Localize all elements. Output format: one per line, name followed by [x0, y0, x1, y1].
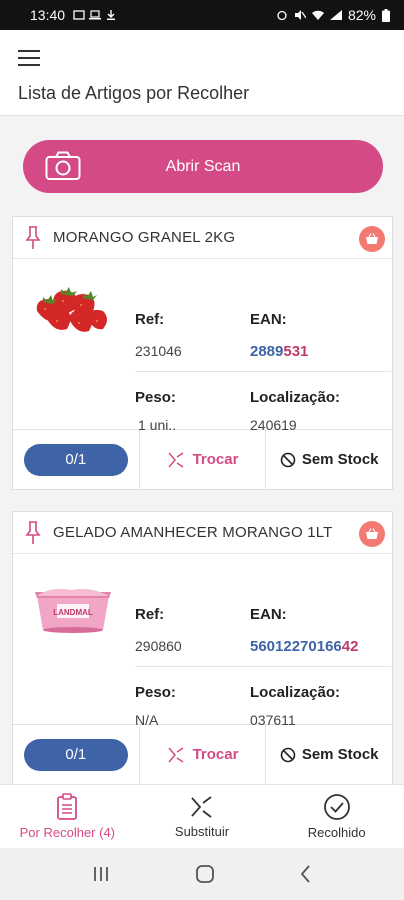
battery-percent: 82% — [347, 7, 376, 23]
nav-substituir[interactable]: Substituir — [135, 785, 270, 848]
pin-icon[interactable] — [25, 225, 41, 250]
pin-icon[interactable] — [25, 520, 41, 545]
signal-icon — [329, 10, 342, 20]
ice-cream-tub-image: LANDMAL — [35, 588, 111, 633]
peso-label: Peso: — [135, 684, 176, 701]
counter-cell: 0/1 — [13, 430, 140, 489]
pick-counter[interactable]: 0/1 — [23, 738, 128, 771]
check-circle-icon — [323, 794, 350, 820]
nav-recolhido-label: Recolhido — [307, 825, 366, 840]
trocar-label: Trocar — [192, 746, 239, 763]
item-card-header: MORANGO GRANEL 2KG — [13, 217, 392, 259]
item-details: LANDMAL Ref: 290860 EAN: 5601227016642 P… — [13, 554, 392, 728]
localizacao-label: Localização: — [250, 684, 341, 701]
peso-value: N/A — [135, 712, 159, 728]
swap-icon — [191, 796, 212, 818]
sem-stock-button[interactable]: Sem Stock — [266, 430, 392, 489]
app-bar: Lista de Artigos por Recolher — [0, 30, 404, 116]
camera-icon — [45, 151, 81, 180]
nav-recolhido[interactable]: Recolhido — [269, 785, 404, 848]
nav-por-recolher[interactable]: Por Recolher (4) — [0, 785, 135, 848]
ref-label: Ref: — [135, 606, 165, 623]
ean-label: EAN: — [250, 606, 287, 623]
ean-prefix: 56012270166 — [250, 638, 342, 655]
trocar-button[interactable]: Trocar — [140, 430, 267, 489]
block-icon — [280, 452, 296, 467]
nav-substituir-label: Substituir — [174, 824, 230, 839]
gallery-icon — [73, 10, 85, 20]
laptop-icon — [89, 10, 102, 20]
alarm-icon — [277, 10, 287, 20]
ean-label: EAN: — [250, 311, 287, 328]
back-icon[interactable] — [299, 864, 313, 884]
block-icon — [280, 747, 296, 762]
ref-value: 231046 — [135, 343, 182, 359]
item-card-header: GELADO AMANHECER MORANGO 1LT — [13, 512, 392, 554]
basket-icon[interactable] — [359, 521, 385, 547]
open-scan-label: Abrir Scan — [165, 157, 241, 175]
swap-icon — [168, 746, 183, 763]
mute-icon — [294, 10, 306, 20]
ref-value: 290860 — [135, 638, 182, 654]
item-card: GELADO AMANHECER MORANGO 1LT LANDMAL Ref… — [12, 511, 393, 785]
item-card: MORANGO GRANEL 2KG Ref: 231046 EAN: 2889… — [12, 216, 393, 490]
divider — [135, 666, 391, 667]
home-icon[interactable] — [194, 863, 216, 885]
wifi-icon — [311, 10, 324, 20]
peso-label: Peso: — [135, 389, 176, 406]
localizacao-value: 037611 — [250, 712, 296, 728]
status-notification-icons — [73, 10, 117, 20]
bottom-nav: Por Recolher (4) Substituir Recolhido — [0, 784, 404, 848]
sem-stock-button[interactable]: Sem Stock — [266, 725, 392, 784]
status-bar: 13:40 82% — [0, 0, 404, 30]
battery-icon — [382, 8, 390, 22]
clipboard-icon — [57, 793, 78, 820]
nav-por-recolher-label: Por Recolher (4) — [19, 825, 116, 840]
divider — [135, 371, 391, 372]
strawberry-image — [36, 287, 107, 332]
pick-counter[interactable]: 0/1 — [23, 443, 128, 476]
status-system-icons: 82% — [276, 7, 390, 23]
counter-cell: 0/1 — [13, 725, 140, 784]
recent-apps-icon[interactable] — [91, 865, 111, 883]
trocar-label: Trocar — [192, 451, 239, 468]
item-details: Ref: 231046 EAN: 2889531 Peso: 1 uni.. L… — [13, 259, 392, 433]
localizacao-label: Localização: — [250, 389, 341, 406]
package-text: LANDMAL — [53, 608, 93, 617]
ref-label: Ref: — [135, 311, 165, 328]
open-scan-button[interactable]: Abrir Scan — [23, 140, 383, 193]
sem-stock-label: Sem Stock — [301, 451, 379, 468]
item-actions: 0/1 Trocar Sem Stock — [13, 429, 392, 489]
ean-value: 5601227016642 — [250, 638, 358, 655]
localizacao-value: 240619 — [250, 417, 297, 433]
menu-icon[interactable] — [18, 50, 40, 66]
item-name: GELADO AMANHECER MORANGO 1LT — [53, 524, 333, 541]
status-time: 13:40 — [30, 7, 66, 23]
item-actions: 0/1 Trocar Sem Stock — [13, 724, 392, 784]
download-icon — [107, 10, 116, 20]
ean-suffix: 531 — [283, 343, 309, 360]
peso-value: 1 uni.. — [138, 417, 177, 433]
sem-stock-label: Sem Stock — [301, 746, 379, 763]
ean-prefix: 2889 — [250, 343, 284, 360]
ean-suffix: 42 — [341, 638, 359, 655]
ean-value: 2889531 — [250, 343, 308, 360]
basket-icon[interactable] — [359, 226, 385, 252]
item-name: MORANGO GRANEL 2KG — [53, 229, 236, 246]
system-nav-bar — [0, 848, 404, 900]
page-title: Lista de Artigos por Recolher — [18, 83, 250, 103]
swap-icon — [168, 451, 183, 468]
trocar-button[interactable]: Trocar — [140, 725, 267, 784]
